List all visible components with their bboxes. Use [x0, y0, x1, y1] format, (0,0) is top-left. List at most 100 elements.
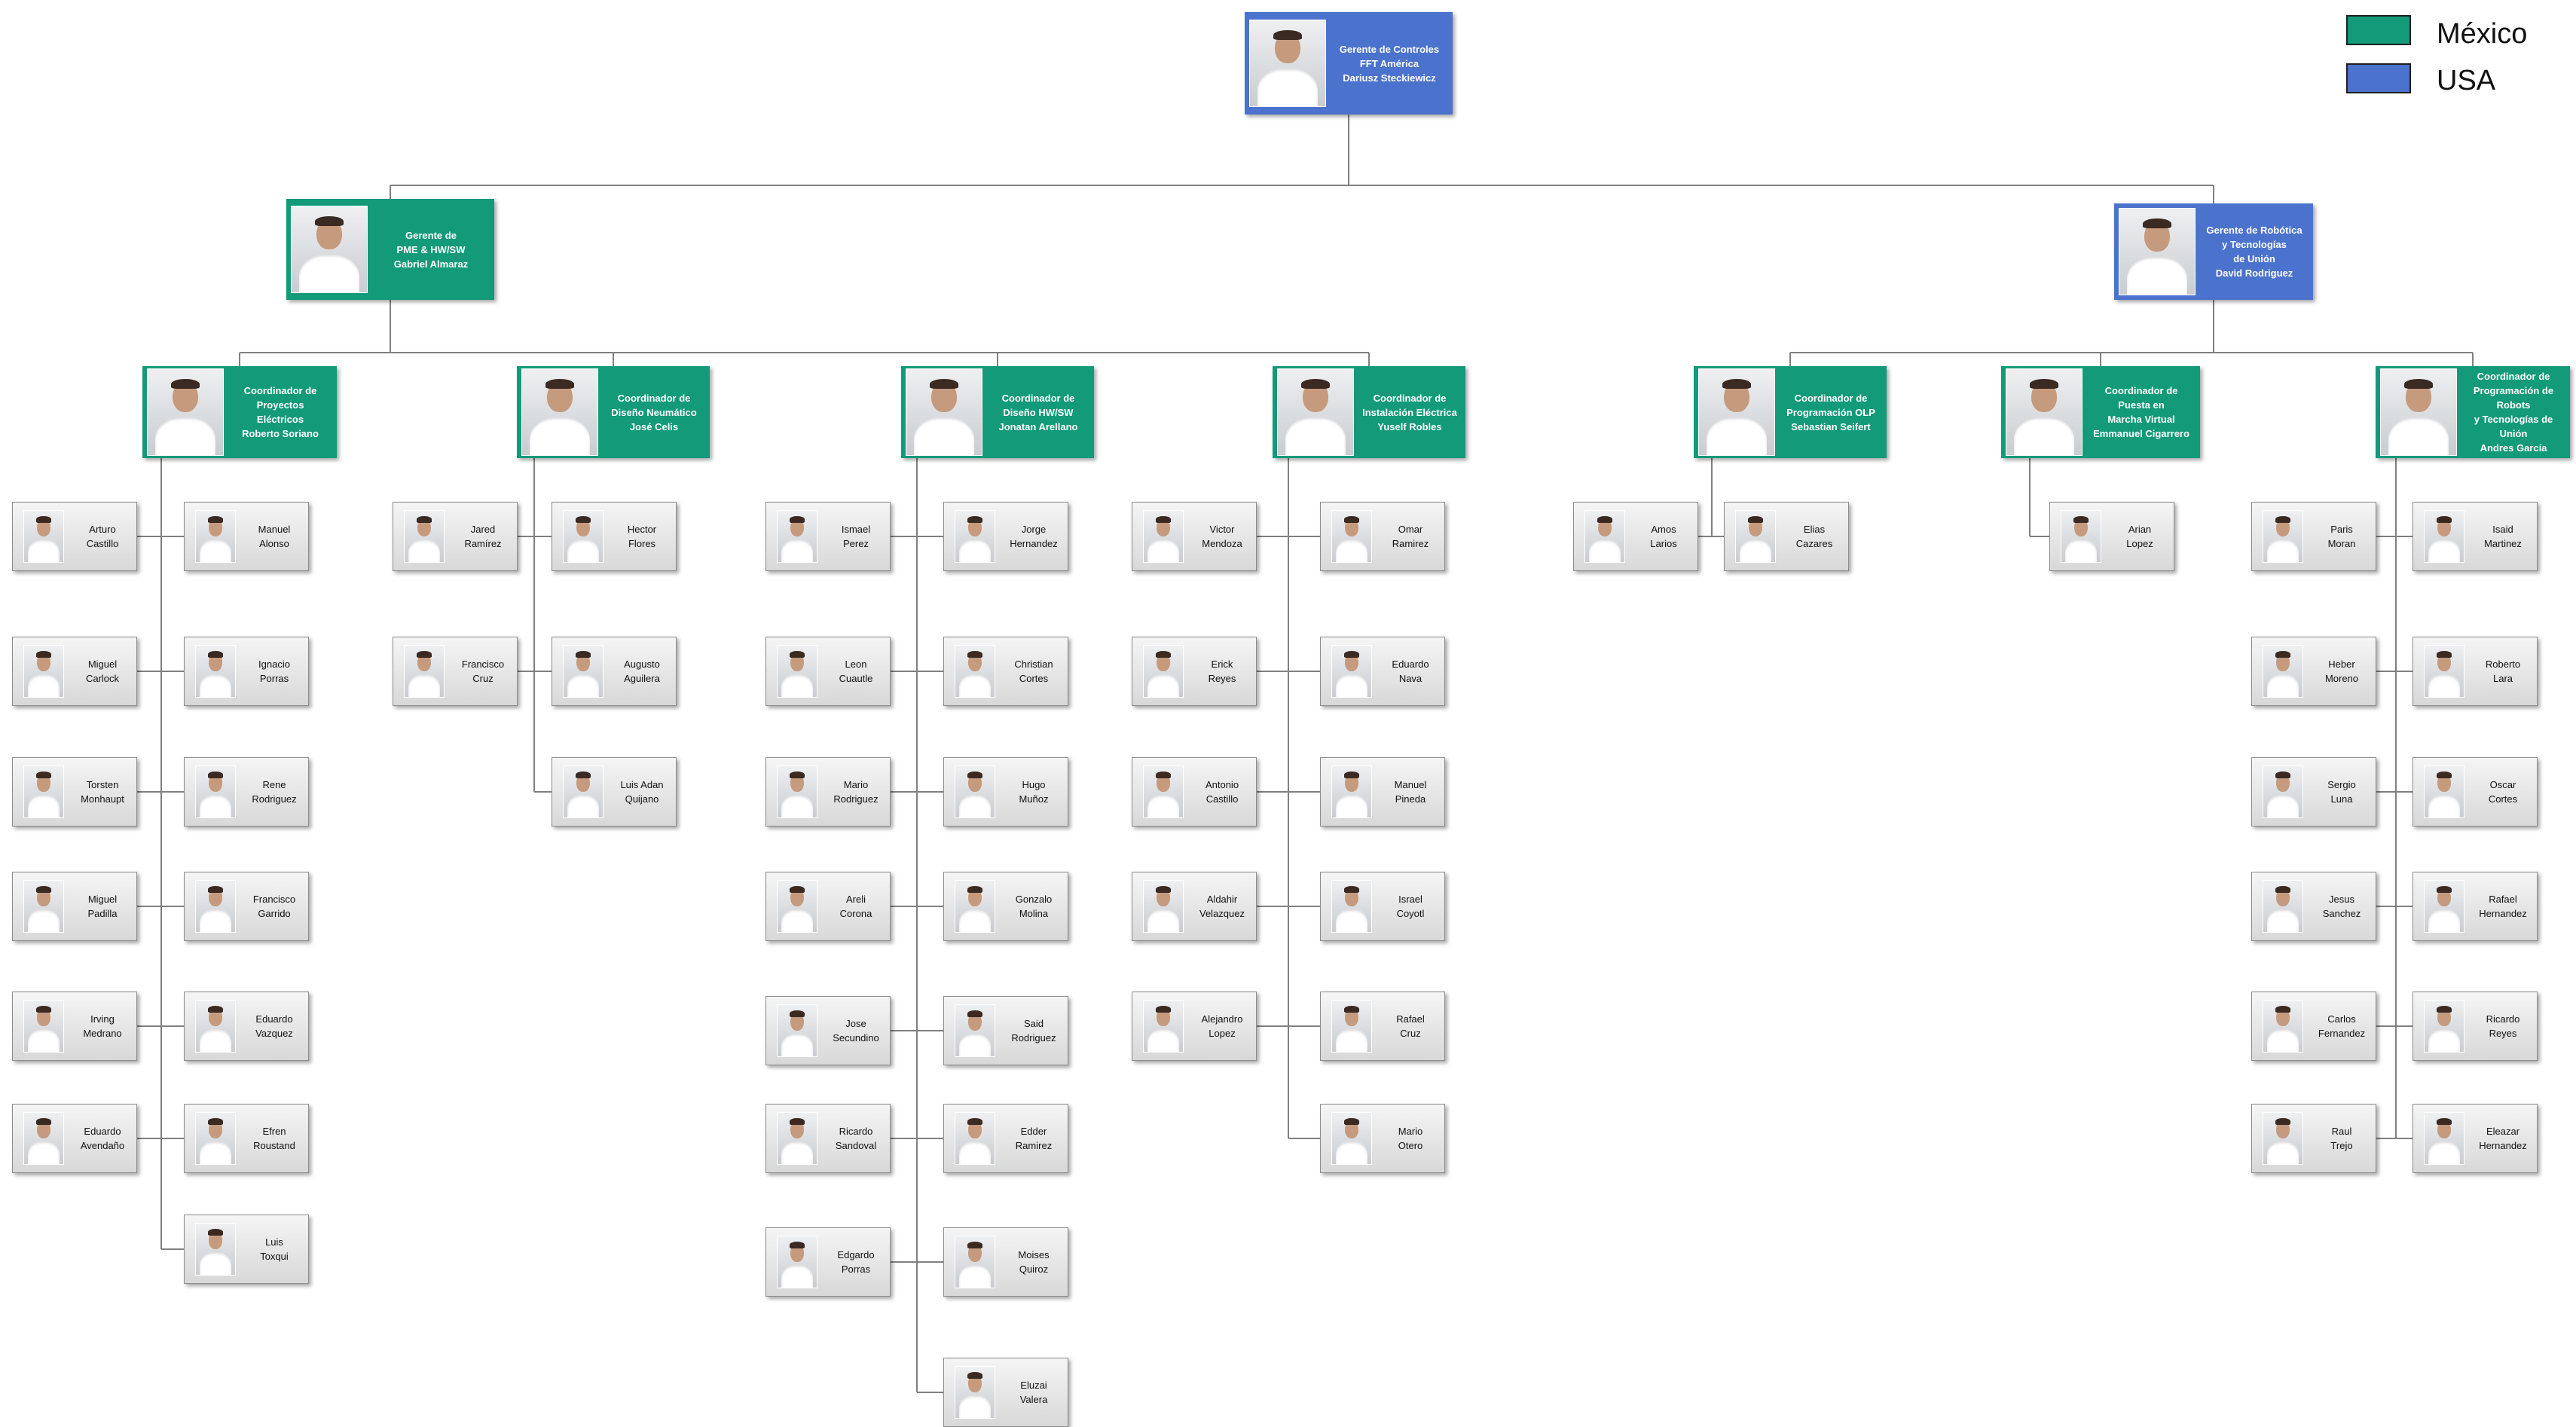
employee-card[interactable]: Miguel Padilla — [12, 872, 137, 941]
employee-card[interactable]: Mario Otero — [1320, 1104, 1445, 1173]
title-line: Dariusz Steckiewicz — [1343, 72, 1436, 84]
person-photo — [2263, 1000, 2303, 1053]
person-photo — [2424, 1112, 2464, 1165]
employee-card[interactable]: Hugo Muñoz — [943, 757, 1068, 827]
coordinator-box[interactable]: Coordinador de Programación de Robots y Te… — [2376, 366, 2570, 458]
coordinator-box[interactable]: Coordinador de Puesta en Marcha Virtual Emm… — [2001, 366, 2200, 458]
employee-card[interactable]: Francisco Cruz — [393, 637, 518, 706]
employee-card[interactable]: Alejandro Lopez — [1132, 992, 1257, 1061]
person-photo — [955, 1004, 995, 1057]
employee-card[interactable]: Eduardo Nava — [1320, 637, 1445, 706]
employee-card[interactable]: Efren Roustand — [184, 1104, 309, 1173]
employee-card[interactable]: Victor Mendoza — [1132, 502, 1257, 571]
employee-last-name: Nava — [1398, 673, 1422, 684]
employee-card[interactable]: Luis Toxqui — [184, 1215, 309, 1284]
employee-card[interactable]: Eduardo Avendaño — [12, 1104, 137, 1173]
person-photo — [2424, 765, 2464, 818]
employee-card[interactable]: Manuel Alonso — [184, 502, 309, 571]
employee-name: Moises Quiroz — [995, 1248, 1068, 1276]
employee-last-name: Reyes — [2489, 1028, 2517, 1039]
employee-card[interactable]: Ismael Perez — [765, 502, 891, 571]
employee-card[interactable]: Leon Cuautle — [765, 637, 891, 706]
employee-name: Jared Ramírez — [445, 522, 517, 551]
employee-card[interactable]: Carlos Fernandez — [2251, 992, 2376, 1061]
person-photo — [2424, 1000, 2464, 1053]
employee-card[interactable]: Oscar Cortes — [2413, 757, 2538, 827]
employee-card[interactable]: Luis Adan Quijano — [552, 757, 677, 827]
employee-card[interactable]: Paris Moran — [2251, 502, 2376, 571]
employee-card[interactable]: Jared Ramírez — [393, 502, 518, 571]
employee-card[interactable]: Isaid Martinez — [2413, 502, 2538, 571]
employee-first-name: Omar — [1398, 524, 1423, 535]
title-line: Coordinador de — [2104, 385, 2178, 396]
employee-card[interactable]: Said Rodriguez — [943, 996, 1068, 1065]
employee-card[interactable]: Raul Trejo — [2251, 1104, 2376, 1173]
employee-card[interactable]: Ricardo Reyes — [2413, 992, 2538, 1061]
employee-card[interactable]: Arturo Castillo — [12, 502, 137, 571]
employee-card[interactable]: Amos Larios — [1573, 502, 1698, 571]
coordinator-box[interactable]: Coordinador de Proyectos Eléctricos Robert… — [142, 366, 337, 458]
employee-card[interactable]: Edder Ramirez — [943, 1104, 1068, 1173]
employee-card[interactable]: Christian Cortes — [943, 637, 1068, 706]
person-photo — [2006, 368, 2082, 456]
employee-card[interactable]: Rafael Hernandez — [2413, 872, 2538, 941]
employee-card[interactable]: Gonzalo Molina — [943, 872, 1068, 941]
employee-card[interactable]: Eduardo Vazquez — [184, 992, 309, 1061]
employee-card[interactable]: Sergio Luna — [2251, 757, 2376, 827]
manager-title: Gerente de Controles FFT América Dariusz S… — [1326, 42, 1453, 85]
person-photo — [1143, 645, 1184, 698]
employee-card[interactable]: Augusto Aguilera — [552, 637, 677, 706]
employee-card[interactable]: Moises Quiroz — [943, 1227, 1068, 1297]
employee-first-name: Roberto — [2485, 658, 2521, 670]
employee-name: Rafael Hernandez — [2464, 892, 2537, 921]
employee-card[interactable]: Jesus Sanchez — [2251, 872, 2376, 941]
employee-card[interactable]: Ricardo Sandoval — [765, 1104, 891, 1173]
employee-card[interactable]: Mario Rodriguez — [765, 757, 891, 827]
person-photo — [777, 510, 817, 563]
employee-card[interactable]: Israel Coyotl — [1320, 872, 1445, 941]
employee-card[interactable]: Erick Reyes — [1132, 637, 1257, 706]
employee-first-name: Said — [1023, 1018, 1044, 1029]
person-photo — [23, 765, 64, 818]
employee-card[interactable]: Eluzai Valera — [943, 1358, 1068, 1427]
employee-card[interactable]: Edgardo Porras — [765, 1227, 891, 1297]
manager-box[interactable]: Gerente de Controles FFT América Dariusz S… — [1245, 12, 1453, 115]
employee-card[interactable]: Elias Cazares — [1724, 502, 1849, 571]
employee-card[interactable]: Miguel Carlock — [12, 637, 137, 706]
employee-card[interactable]: Hector Flores — [552, 502, 677, 571]
manager-box[interactable]: Gerente de Robótica y Tecnologías de Unión… — [2114, 203, 2313, 300]
employee-first-name: Ricardo — [2486, 1013, 2520, 1025]
coordinator-box[interactable]: Coordinador de Instalación Eléctrica Yusel… — [1273, 366, 1465, 458]
employee-first-name: Jorge — [1021, 524, 1047, 535]
person-photo — [23, 1000, 64, 1053]
employee-card[interactable]: Heber Moreno — [2251, 637, 2376, 706]
employee-card[interactable]: Antonio Castillo — [1132, 757, 1257, 827]
employee-card[interactable]: Irving Medrano — [12, 992, 137, 1061]
manager-box[interactable]: Gerente de PME & HW/SW Gabriel Almaraz — [286, 199, 494, 300]
employee-name: Eduardo Nava — [1372, 657, 1444, 686]
coordinator-box[interactable]: Coordinador de Diseño Neumático José Celis — [517, 366, 710, 458]
coordinator-box[interactable]: Coordinador de Diseño HW/SW Jonatan Arella… — [901, 366, 1094, 458]
employee-card[interactable]: Torsten Monhaupt — [12, 757, 137, 827]
employee-name: Erick Reyes — [1184, 657, 1256, 686]
employee-card[interactable]: Eleazar Hernandez — [2413, 1104, 2538, 1173]
employee-name: Luis Toxqui — [236, 1235, 308, 1264]
employee-card[interactable]: Arian Lopez — [2049, 502, 2174, 571]
employee-last-name: Vazquez — [255, 1028, 293, 1039]
employee-card[interactable]: Rene Rodriguez — [184, 757, 309, 827]
coordinator-box[interactable]: Coordinador de Programación OLP Sebastian … — [1694, 366, 1887, 458]
employee-card[interactable]: Francisco Garrido — [184, 872, 309, 941]
employee-first-name: Manuel — [1394, 779, 1427, 790]
employee-card[interactable]: Manuel Pineda — [1320, 757, 1445, 827]
employee-card[interactable]: Areli Corona — [765, 872, 891, 941]
employee-first-name: Francisco — [461, 658, 505, 670]
employee-card[interactable]: Aldahir Velazquez — [1132, 872, 1257, 941]
employee-card[interactable]: Roberto Lara — [2413, 637, 2538, 706]
employee-card[interactable]: Jorge Hernandez — [943, 502, 1068, 571]
employee-card[interactable]: Omar Ramirez — [1320, 502, 1445, 571]
employee-card[interactable]: Ignacio Porras — [184, 637, 309, 706]
employee-card[interactable]: Rafael Cruz — [1320, 992, 1445, 1061]
person-photo — [1698, 368, 1775, 456]
employee-card[interactable]: Jose Secundino — [765, 996, 891, 1065]
employee-name: Paris Moran — [2303, 522, 2376, 551]
